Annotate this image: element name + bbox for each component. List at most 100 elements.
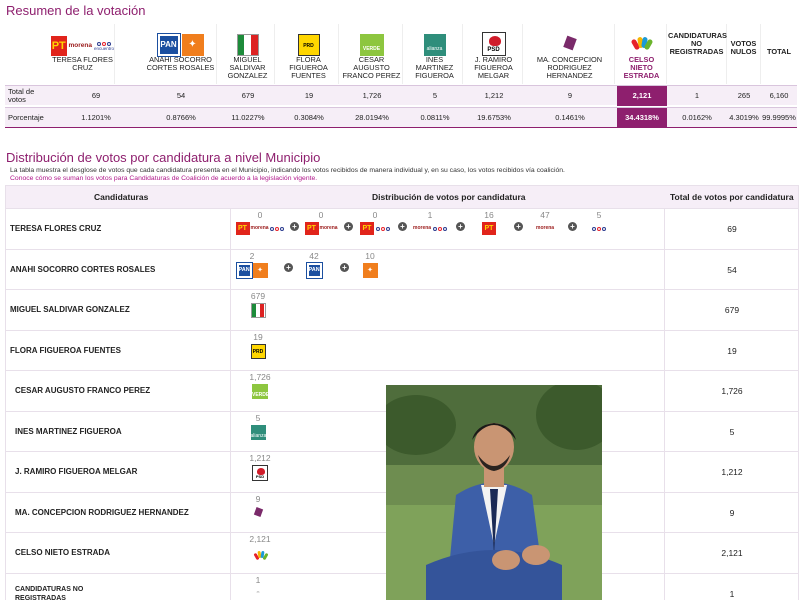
verde-logo-icon: VERDE	[359, 34, 384, 56]
pt-logo-icon: PT	[304, 222, 319, 235]
summary-value: 1,212	[484, 91, 504, 100]
candidate-photo	[386, 385, 602, 600]
summary-value: 0.0811%	[420, 113, 450, 122]
summary-col-miguel: MIGUEL SALDIVAR GONZALEZ	[221, 24, 275, 84]
vote-count: 1	[255, 574, 261, 585]
vote-cell: 0 PT morena	[302, 210, 340, 235]
pan-logo-icon: PAN	[305, 261, 323, 279]
coalition-rules-link[interactable]: Conoce cómo se suman los votos para Cand…	[10, 175, 565, 183]
plus-icon: +	[290, 222, 299, 231]
summary-col-name: VOTOS NULOS	[730, 39, 757, 56]
summary-pct-row: Porcentaje 1.1201% 0.8766% 11.0227% 0.30…	[5, 107, 797, 128]
morena-logo-icon: morena	[413, 225, 432, 231]
summary-col-name: FLORA FIGUEROA FUENTES	[289, 55, 328, 80]
summary-value: 69	[91, 91, 101, 100]
summary-value: 0.8766%	[166, 113, 196, 122]
psd-logo-icon: PSD	[252, 465, 268, 481]
mpm-logo-icon	[558, 34, 581, 56]
summary-value: 5	[432, 91, 438, 100]
prd-logo-icon: PRD	[297, 34, 320, 56]
vote-cells: 2 PAN ✦ + 42 PAN + 10 ✦	[232, 250, 662, 290]
vote-count: 10	[365, 250, 375, 261]
summary-value: 1,726	[362, 91, 382, 100]
candidate-name: INES MARTINEZ FIGUEROA	[15, 426, 122, 436]
summary-value: 19	[304, 91, 314, 100]
plus-icon: +	[456, 222, 465, 231]
header-total: Total de votos por candidatura	[670, 192, 794, 202]
candidate-name: CESAR AUGUSTO FRANCO PEREZ	[15, 386, 151, 395]
summary-col-concepcion: MA. CONCEPCION RODRIGUEZ HERNANDEZ	[525, 24, 615, 84]
summary-total-row: Total de votos 69 54 679 19 1,726 5 1,21…	[5, 85, 797, 106]
mpm-logo-icon	[250, 505, 266, 521]
candidate-total: 2,121	[721, 548, 743, 558]
pan-logo-icon: PAN	[235, 261, 253, 279]
candidate-total: 54	[727, 264, 737, 275]
vote-cell: 5 alianza	[246, 413, 270, 440]
summary-col-ines: alianza INES MARTINEZ FIGUEROA	[407, 24, 463, 84]
plus-icon: +	[340, 262, 349, 272]
vote-count: 0	[257, 210, 263, 220]
summary-title: Resumen de la votación	[6, 3, 146, 18]
candidate-total: 9	[729, 507, 735, 518]
morena-logo-icon: morena	[319, 225, 338, 231]
summary-value: 0.0162%	[682, 113, 712, 122]
candidate-name: TERESA FLORES CRUZ	[10, 224, 102, 233]
verde-logo-icon: VERDE	[252, 384, 269, 399]
summary-value: 99.9995%	[762, 113, 796, 122]
summary-value: 11.0227%	[231, 113, 265, 122]
vote-count: 1,212	[249, 453, 271, 463]
vote-count: 1,726	[249, 372, 271, 382]
summary-col-ramiro: PSD J. RAMIRO FIGUEROA MELGAR	[465, 24, 523, 84]
psd-logo-icon: PSD	[481, 32, 506, 56]
distribution-description: La tabla muestra el desglose de votos qu…	[10, 167, 565, 183]
vote-count: 5	[596, 210, 602, 220]
vote-cell: 1 morena	[410, 210, 450, 235]
vote-cell: 1,212 PSD	[246, 453, 274, 481]
candidate-total: 1,212	[721, 467, 743, 477]
candidate-total: 1,726	[721, 386, 743, 396]
alianza-logo-icon: alianza	[250, 424, 266, 440]
prd-logo-icon: PRD	[250, 343, 266, 359]
table-row: ANAHI SOCORRO CORTES ROSALES 2 PAN ✦ + 42 P…	[6, 248, 798, 290]
vote-cell: 2 PAN ✦	[232, 251, 272, 279]
summary-value: 54	[176, 91, 186, 100]
vote-count: 16	[484, 210, 494, 220]
vote-cells: 0 PT morena + 0 PT morena + 0 PT + 1 morena + …	[232, 209, 662, 249]
summary-col-celso: CELSO NIETO ESTRADA	[617, 24, 667, 84]
vote-count: 679	[250, 291, 266, 301]
row-label: Total de votos	[8, 87, 35, 104]
table-row: MIGUEL SALDIVAR GONZALEZ 679 679	[6, 289, 798, 330]
alianza-logo-icon: alianza	[423, 34, 446, 56]
photo-illustration	[386, 385, 602, 600]
vote-count: 2,121	[249, 534, 271, 544]
vote-count: 9	[255, 493, 261, 504]
summary-col-name: CESAR AUGUSTO FRANCO PEREZ	[342, 55, 401, 80]
vote-count: 0	[318, 210, 324, 220]
independent-logo-icon	[630, 30, 653, 56]
vote-count: 5	[255, 412, 261, 423]
summary-value-highlight: 2,121	[617, 86, 667, 106]
plus-icon: +	[284, 262, 293, 272]
plus-icon: +	[398, 222, 407, 231]
summary-value-highlight: 34.4318%	[617, 108, 667, 128]
candidate-name: ANAHI SOCORRO CORTES ROSALES	[10, 264, 156, 274]
summary-col-teresa: PT morena encuentro TERESA FLORES CRUZ	[51, 24, 115, 84]
pt-logo-icon: PT	[482, 222, 496, 235]
pt-logo-icon: PT	[51, 36, 67, 56]
summary-value: 265	[737, 91, 751, 100]
pan-logo-icon: PAN	[156, 33, 181, 57]
row-label: Porcentaje	[8, 113, 44, 122]
plus-icon: +	[344, 222, 353, 231]
summary-col-name: ANAHI SOCORRO CORTES ROSALES	[146, 55, 215, 72]
vote-cell: 10 ✦	[358, 251, 382, 278]
summary-header-row: PT morena encuentro TERESA FLORES CRUZ P…	[5, 24, 797, 84]
summary-value: 6,160	[769, 91, 789, 100]
distribution-title: Distribución de votos por candidatura a …	[6, 150, 321, 165]
vote-count: 1	[427, 210, 433, 220]
vote-cell: 0 PT	[356, 210, 394, 235]
candidate-name: FLORA FIGUEROA FUENTES	[10, 345, 121, 355]
summary-col-name: MIGUEL SALDIVAR GONZALEZ	[227, 55, 268, 80]
candidate-name: MIGUEL SALDIVAR GONZALEZ	[10, 305, 130, 314]
pri-logo-icon	[236, 34, 259, 56]
vote-cell: 0 PT morena	[232, 210, 288, 235]
